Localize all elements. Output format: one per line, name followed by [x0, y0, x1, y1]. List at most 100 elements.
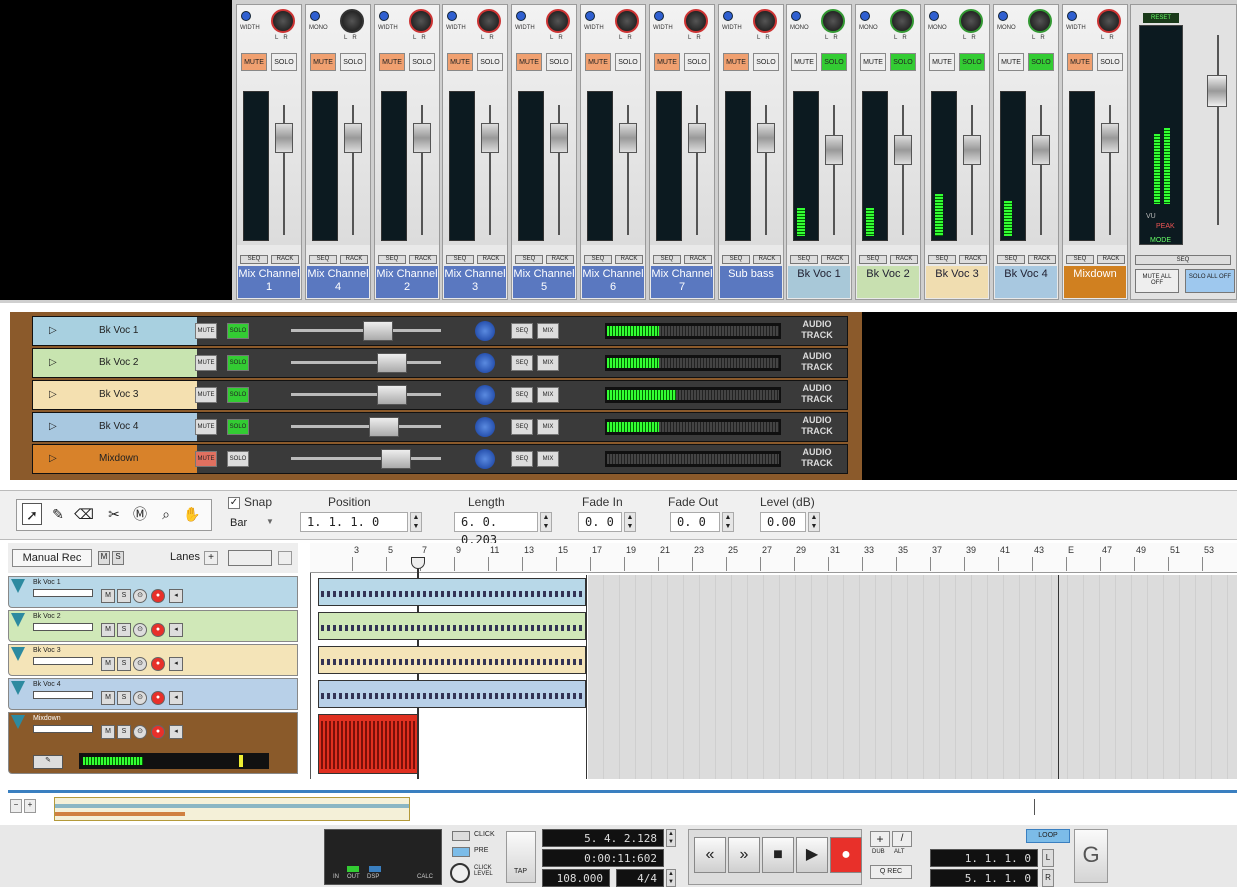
seq-button[interactable]: SEQ	[653, 255, 681, 264]
channel-name-label[interactable]: Mix Channel 2	[376, 266, 438, 298]
solo-button[interactable]: SOLO	[684, 53, 710, 71]
tap-button[interactable]: TAP	[506, 831, 536, 883]
click-toggle[interactable]	[452, 831, 470, 841]
track-mute-button[interactable]: M	[101, 725, 115, 739]
fade-out-spinner[interactable]: ▲ ▼	[722, 512, 734, 532]
speaker-icon[interactable]: ◂	[169, 657, 183, 671]
master-fader[interactable]	[1207, 75, 1227, 107]
rack-mute-button[interactable]: MUTE	[195, 355, 217, 371]
seq-button[interactable]: SEQ	[515, 255, 543, 264]
rack-button[interactable]: RACK	[684, 255, 712, 264]
channel-fader[interactable]	[344, 123, 362, 153]
rack-solo-button[interactable]: SOLO	[227, 451, 249, 467]
solo-button[interactable]: SOLO	[271, 53, 297, 71]
record-enable-icon[interactable]: ●	[151, 623, 165, 637]
channel-fader[interactable]	[481, 123, 499, 153]
rack-fader[interactable]	[369, 417, 399, 437]
track-mute-button[interactable]: M	[101, 623, 115, 637]
solo-header-button[interactable]: S	[112, 551, 124, 565]
solo-button[interactable]: SOLO	[477, 53, 503, 71]
rack-pan-knob[interactable]	[475, 417, 495, 437]
manual-rec-button[interactable]: Manual Rec	[12, 549, 92, 567]
sequencer-track-header[interactable]: Bk Voc 4 M S ⊙ ● ◂	[8, 678, 298, 710]
rack-button[interactable]: RACK	[615, 255, 643, 264]
expand-arrow-icon[interactable]: ▷	[49, 445, 57, 473]
seq-button[interactable]: SEQ	[240, 255, 268, 264]
track-volume-slider[interactable]	[33, 589, 93, 597]
solo-button[interactable]: SOLO	[615, 53, 641, 71]
pan-knob[interactable]	[753, 9, 777, 33]
rack-button[interactable]: RACK	[1097, 255, 1125, 264]
tempo-display[interactable]: 108.000	[542, 869, 610, 887]
seq-button[interactable]: SEQ	[997, 255, 1025, 264]
length-field[interactable]: 6. 0. 0.203	[454, 512, 538, 547]
record-enable-icon[interactable]: ●	[151, 657, 165, 671]
signature-spinner[interactable]: ▲ ▼	[666, 869, 676, 887]
fade-out-field[interactable]: 0. 0	[670, 512, 720, 532]
alt-button[interactable]: /	[892, 831, 912, 847]
pan-knob[interactable]	[821, 9, 845, 33]
rack-mix-button[interactable]: MIX	[537, 355, 559, 371]
rack-button[interactable]: RACK	[340, 255, 368, 264]
time-signature-display[interactable]: 4/4	[616, 869, 664, 887]
pan-knob[interactable]	[340, 9, 364, 33]
seq-button[interactable]: SEQ	[309, 255, 337, 264]
monitor-icon[interactable]: ⊙	[133, 623, 147, 637]
rack-fader[interactable]	[381, 449, 411, 469]
rack-mix-button[interactable]: MIX	[537, 451, 559, 467]
channel-name-label[interactable]: Bk Voc 2	[857, 266, 919, 298]
zoom-out-icon[interactable]: −	[10, 799, 22, 813]
eraser-tool-icon[interactable]: ⌫	[74, 503, 94, 525]
rack-fader[interactable]	[377, 385, 407, 405]
mute-button[interactable]: MUTE	[791, 53, 817, 71]
width-knob[interactable]	[447, 11, 457, 21]
right-locator-button[interactable]: R	[1042, 869, 1054, 887]
fade-in-field[interactable]: 0. 0	[578, 512, 622, 532]
rack-button[interactable]: RACK	[546, 255, 574, 264]
rack-button[interactable]: RACK	[409, 255, 437, 264]
speaker-icon[interactable]: ◂	[169, 589, 183, 603]
rack-seq-button[interactable]: SEQ	[511, 323, 533, 339]
width-knob[interactable]	[516, 11, 526, 21]
rack-mute-button[interactable]: MUTE	[195, 323, 217, 339]
select-arrow-tool-icon[interactable]: ➚	[22, 503, 42, 525]
rack-track-name-plate[interactable]: ▷ Bk Voc 3	[33, 381, 197, 409]
level-spinner[interactable]: ▲ ▼	[808, 512, 820, 532]
lane-options-button[interactable]	[278, 551, 292, 565]
mute-button[interactable]: MUTE	[310, 53, 336, 71]
width-knob[interactable]	[310, 11, 320, 21]
position-spinner[interactable]: ▲ ▼	[410, 512, 422, 532]
pan-knob[interactable]	[959, 9, 983, 33]
rack-pan-knob[interactable]	[475, 353, 495, 373]
edit-icon[interactable]: ✎	[33, 755, 63, 769]
rack-mute-button[interactable]: MUTE	[195, 451, 217, 467]
channel-name-label[interactable]: Bk Voc 1	[788, 266, 850, 298]
solo-all-off-button[interactable]: SOLO ALL OFF	[1185, 269, 1235, 293]
rack-button[interactable]: RACK	[890, 255, 918, 264]
rack-seq-button[interactable]: SEQ	[511, 355, 533, 371]
rack-button[interactable]: RACK	[271, 255, 299, 264]
position-field[interactable]: 1. 1. 1. 0	[300, 512, 408, 532]
solo-button[interactable]: SOLO	[821, 53, 847, 71]
width-knob[interactable]	[379, 11, 389, 21]
rack-solo-button[interactable]: SOLO	[227, 355, 249, 371]
record-enable-icon[interactable]: ●	[151, 589, 165, 603]
pre-toggle[interactable]	[452, 847, 470, 857]
length-spinner[interactable]: ▲ ▼	[540, 512, 552, 532]
song-overview[interactable]: − +	[8, 790, 1237, 822]
track-volume-slider[interactable]	[33, 691, 93, 699]
channel-name-label[interactable]: Mix Channel 7	[651, 266, 713, 298]
rack-track-name-plate[interactable]: ▷ Bk Voc 4	[33, 413, 197, 441]
sequencer-track-header[interactable]: Bk Voc 3 M S ⊙ ● ◂	[8, 644, 298, 676]
left-locator-display[interactable]: 1. 1. 1. 0	[930, 849, 1038, 867]
seq-button[interactable]: SEQ	[928, 255, 956, 264]
fast-forward-button[interactable]: »	[728, 837, 760, 873]
monitor-icon[interactable]: ⊙	[133, 589, 147, 603]
time-display[interactable]: 0:00:11:602	[542, 849, 664, 867]
rack-solo-button[interactable]: SOLO	[227, 387, 249, 403]
channel-fader[interactable]	[413, 123, 431, 153]
mute-button[interactable]: MUTE	[585, 53, 611, 71]
q-rec-button[interactable]: Q REC	[870, 865, 912, 879]
level-field[interactable]: 0.00	[760, 512, 806, 532]
hand-tool-icon[interactable]: ✋	[182, 503, 202, 525]
